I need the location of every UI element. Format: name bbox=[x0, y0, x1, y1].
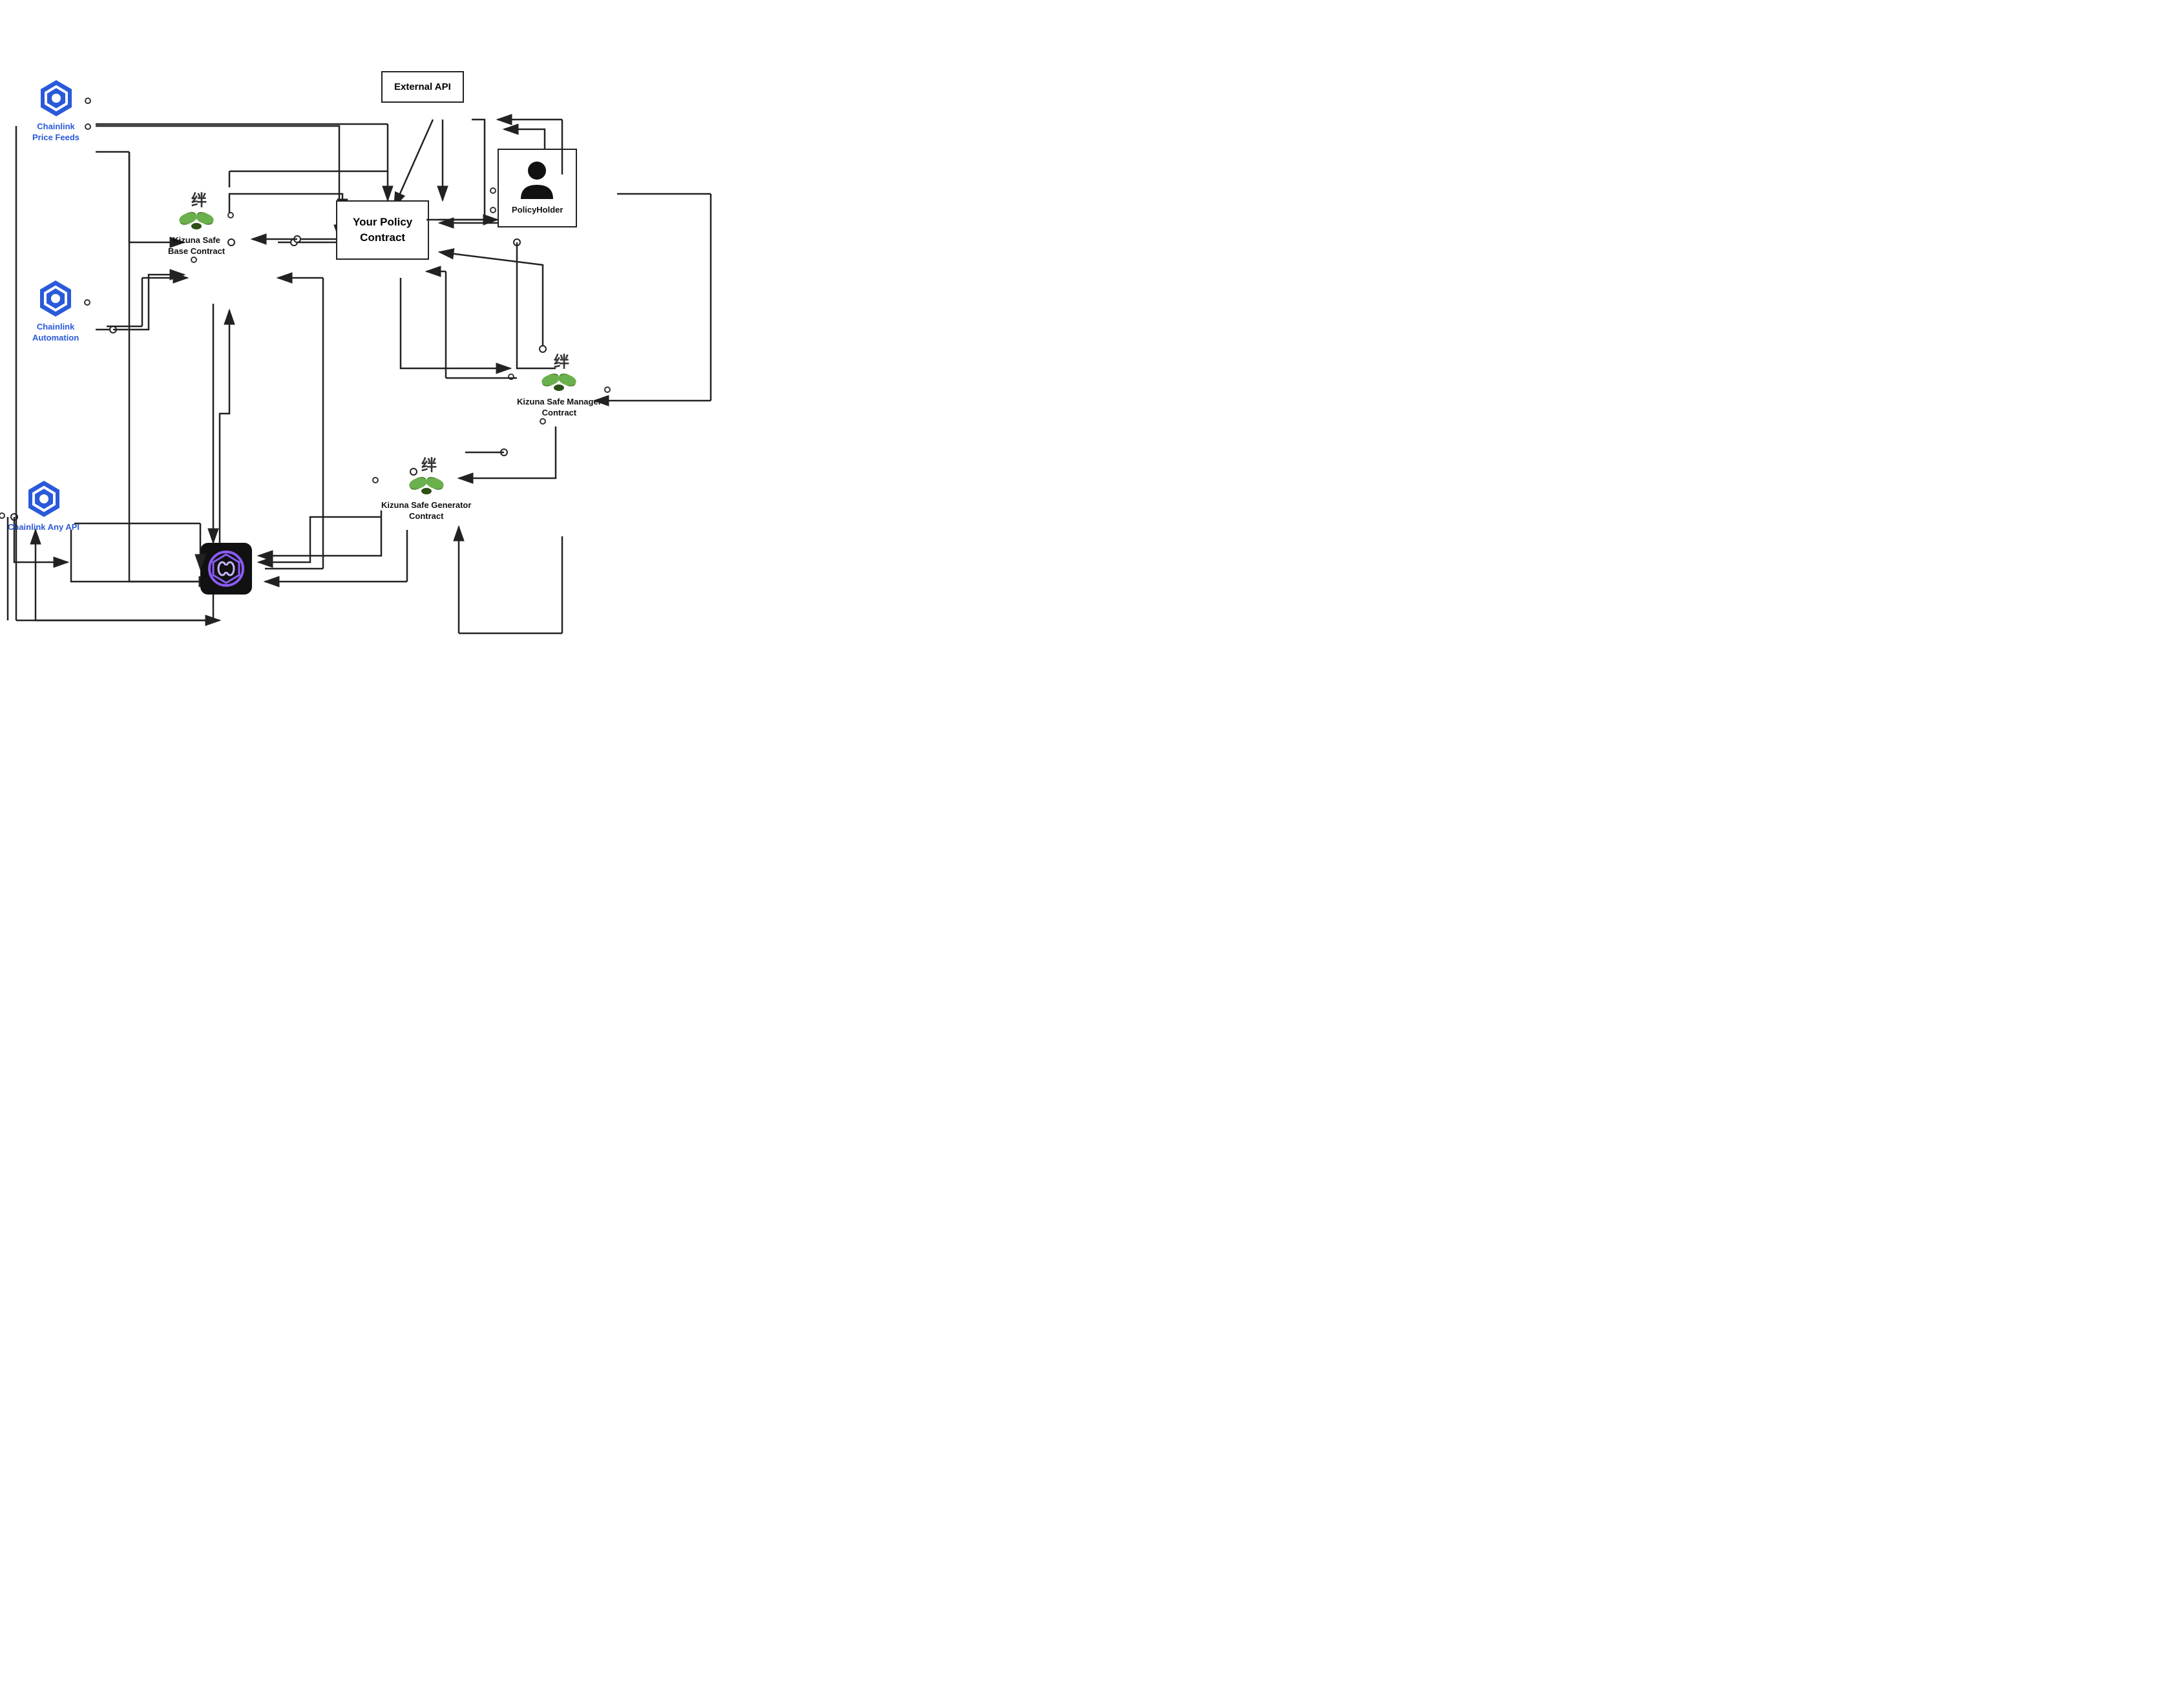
chainlink-automation-node: Chainlink Automation bbox=[32, 278, 79, 344]
anyapi-dot bbox=[0, 511, 5, 522]
kizuna-base-label: Kizuna SafeBase Contract bbox=[168, 235, 225, 257]
chainlink-price-feeds-node: Chainlink Price Feeds bbox=[32, 78, 79, 143]
chainlink-auto-label: Chainlink Automation bbox=[32, 322, 79, 344]
chainlink-anyapi-label: Chainlink Any API bbox=[8, 522, 79, 533]
policyholder-node: PolicyHolder bbox=[498, 149, 577, 227]
svg-text:绊: 绊 bbox=[554, 353, 569, 371]
kizuna-base-logo: 绊 bbox=[174, 187, 219, 233]
ph-dot-2 bbox=[490, 205, 496, 216]
policyholder-label: PolicyHolder bbox=[512, 205, 563, 216]
generator-dot bbox=[372, 475, 379, 487]
kizuna-manager-label: Kizuna Safe ManagerContract bbox=[517, 397, 602, 419]
chainlink-anyapi-icon bbox=[23, 478, 65, 520]
kizuna-manager-logo: 绊 bbox=[536, 349, 582, 394]
kizuna-generator-node: 绊 Kizuna Safe GeneratorContract bbox=[381, 452, 471, 522]
kizuna-generator-logo: 绊 bbox=[404, 452, 449, 498]
manager-dot-bottom bbox=[540, 416, 546, 428]
price-dot-2 bbox=[85, 121, 91, 133]
connections-svg bbox=[0, 0, 1092, 853]
keepers-logo bbox=[207, 549, 246, 588]
base-dot-right bbox=[227, 210, 234, 222]
kizuna-manager-node: 绊 Kizuna Safe ManagerContract bbox=[517, 349, 602, 419]
ph-dot-1 bbox=[490, 185, 496, 197]
diagram: Chainlink Price Feeds Chainlink Automati… bbox=[0, 0, 1092, 853]
keepers-icon bbox=[200, 543, 252, 595]
svg-text:绊: 绊 bbox=[421, 456, 437, 474]
your-policy-label: Your PolicyContract bbox=[353, 216, 412, 244]
base-dot-bottom bbox=[191, 255, 197, 266]
manager-dot-left bbox=[508, 372, 514, 383]
your-policy-node: Your PolicyContract bbox=[336, 200, 429, 260]
chainlink-price-icon bbox=[36, 78, 77, 119]
person-icon bbox=[520, 160, 555, 202]
manager-dot-right bbox=[604, 384, 611, 396]
kizuna-base-node: 绊 Kizuna SafeBase Contract bbox=[168, 187, 225, 257]
chainlink-price-label: Chainlink Price Feeds bbox=[32, 121, 79, 143]
keepers-node bbox=[200, 543, 252, 595]
kizuna-generator-label: Kizuna Safe GeneratorContract bbox=[381, 500, 471, 522]
price-dot-1 bbox=[85, 96, 91, 107]
outer-border-svg bbox=[0, 0, 1092, 853]
auto-dot bbox=[84, 297, 90, 309]
svg-text:绊: 绊 bbox=[191, 191, 207, 209]
external-api-node: External API bbox=[381, 71, 464, 103]
chainlink-auto-icon bbox=[35, 278, 76, 319]
your-policy-box: Your PolicyContract bbox=[336, 200, 429, 260]
external-api-box: External API bbox=[381, 71, 464, 103]
external-api-label: External API bbox=[394, 81, 451, 92]
chainlink-anyapi-node: Chainlink Any API bbox=[8, 478, 79, 533]
